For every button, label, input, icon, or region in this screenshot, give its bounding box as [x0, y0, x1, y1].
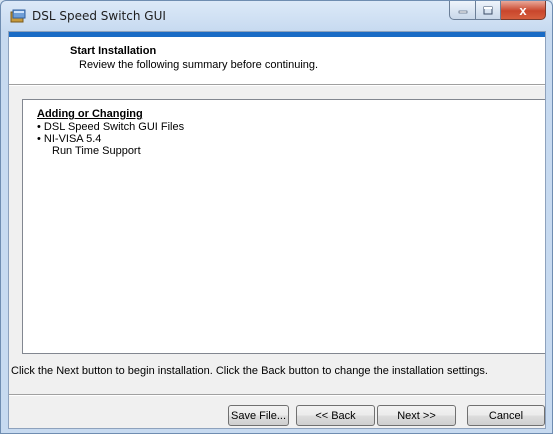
close-icon: x [519, 2, 527, 18]
minimize-button[interactable] [449, 1, 476, 20]
wizard-header: Start Installation Review the following … [9, 32, 545, 84]
summary-item: • NI-VISA 5.4 [37, 133, 102, 145]
page-title: Start Installation [70, 45, 157, 57]
caption-buttons: x [449, 1, 546, 21]
installer-window: DSL Speed Switch GUI x Start Installatio… [0, 0, 553, 434]
close-button[interactable]: x [501, 1, 546, 20]
next-button[interactable]: Next >> [377, 405, 456, 426]
maximize-button[interactable] [476, 1, 501, 20]
page-subtitle: Review the following summary before cont… [79, 59, 319, 71]
summary-item: • DSL Speed Switch GUI Files [37, 121, 185, 133]
title-bar[interactable]: DSL Speed Switch GUI x [1, 1, 552, 31]
maximize-icon [483, 6, 493, 14]
minimize-icon [458, 10, 467, 14]
window-title: DSL Speed Switch GUI [32, 9, 166, 23]
installer-app-icon [10, 9, 26, 23]
summary-subitem: Run Time Support [52, 145, 141, 157]
save-file-button[interactable]: Save File... [228, 405, 289, 426]
cancel-button[interactable]: Cancel [467, 405, 545, 426]
installer-client-area: Start Installation Review the following … [8, 31, 546, 429]
back-button[interactable]: << Back [296, 405, 375, 426]
footer-divider [9, 394, 545, 396]
installation-summary-box[interactable]: Adding or Changing • DSL Speed Switch GU… [22, 99, 545, 354]
instructions-text: Click the Next button to begin installat… [11, 365, 488, 377]
header-divider [9, 84, 545, 86]
summary-heading: Adding or Changing [37, 108, 143, 120]
